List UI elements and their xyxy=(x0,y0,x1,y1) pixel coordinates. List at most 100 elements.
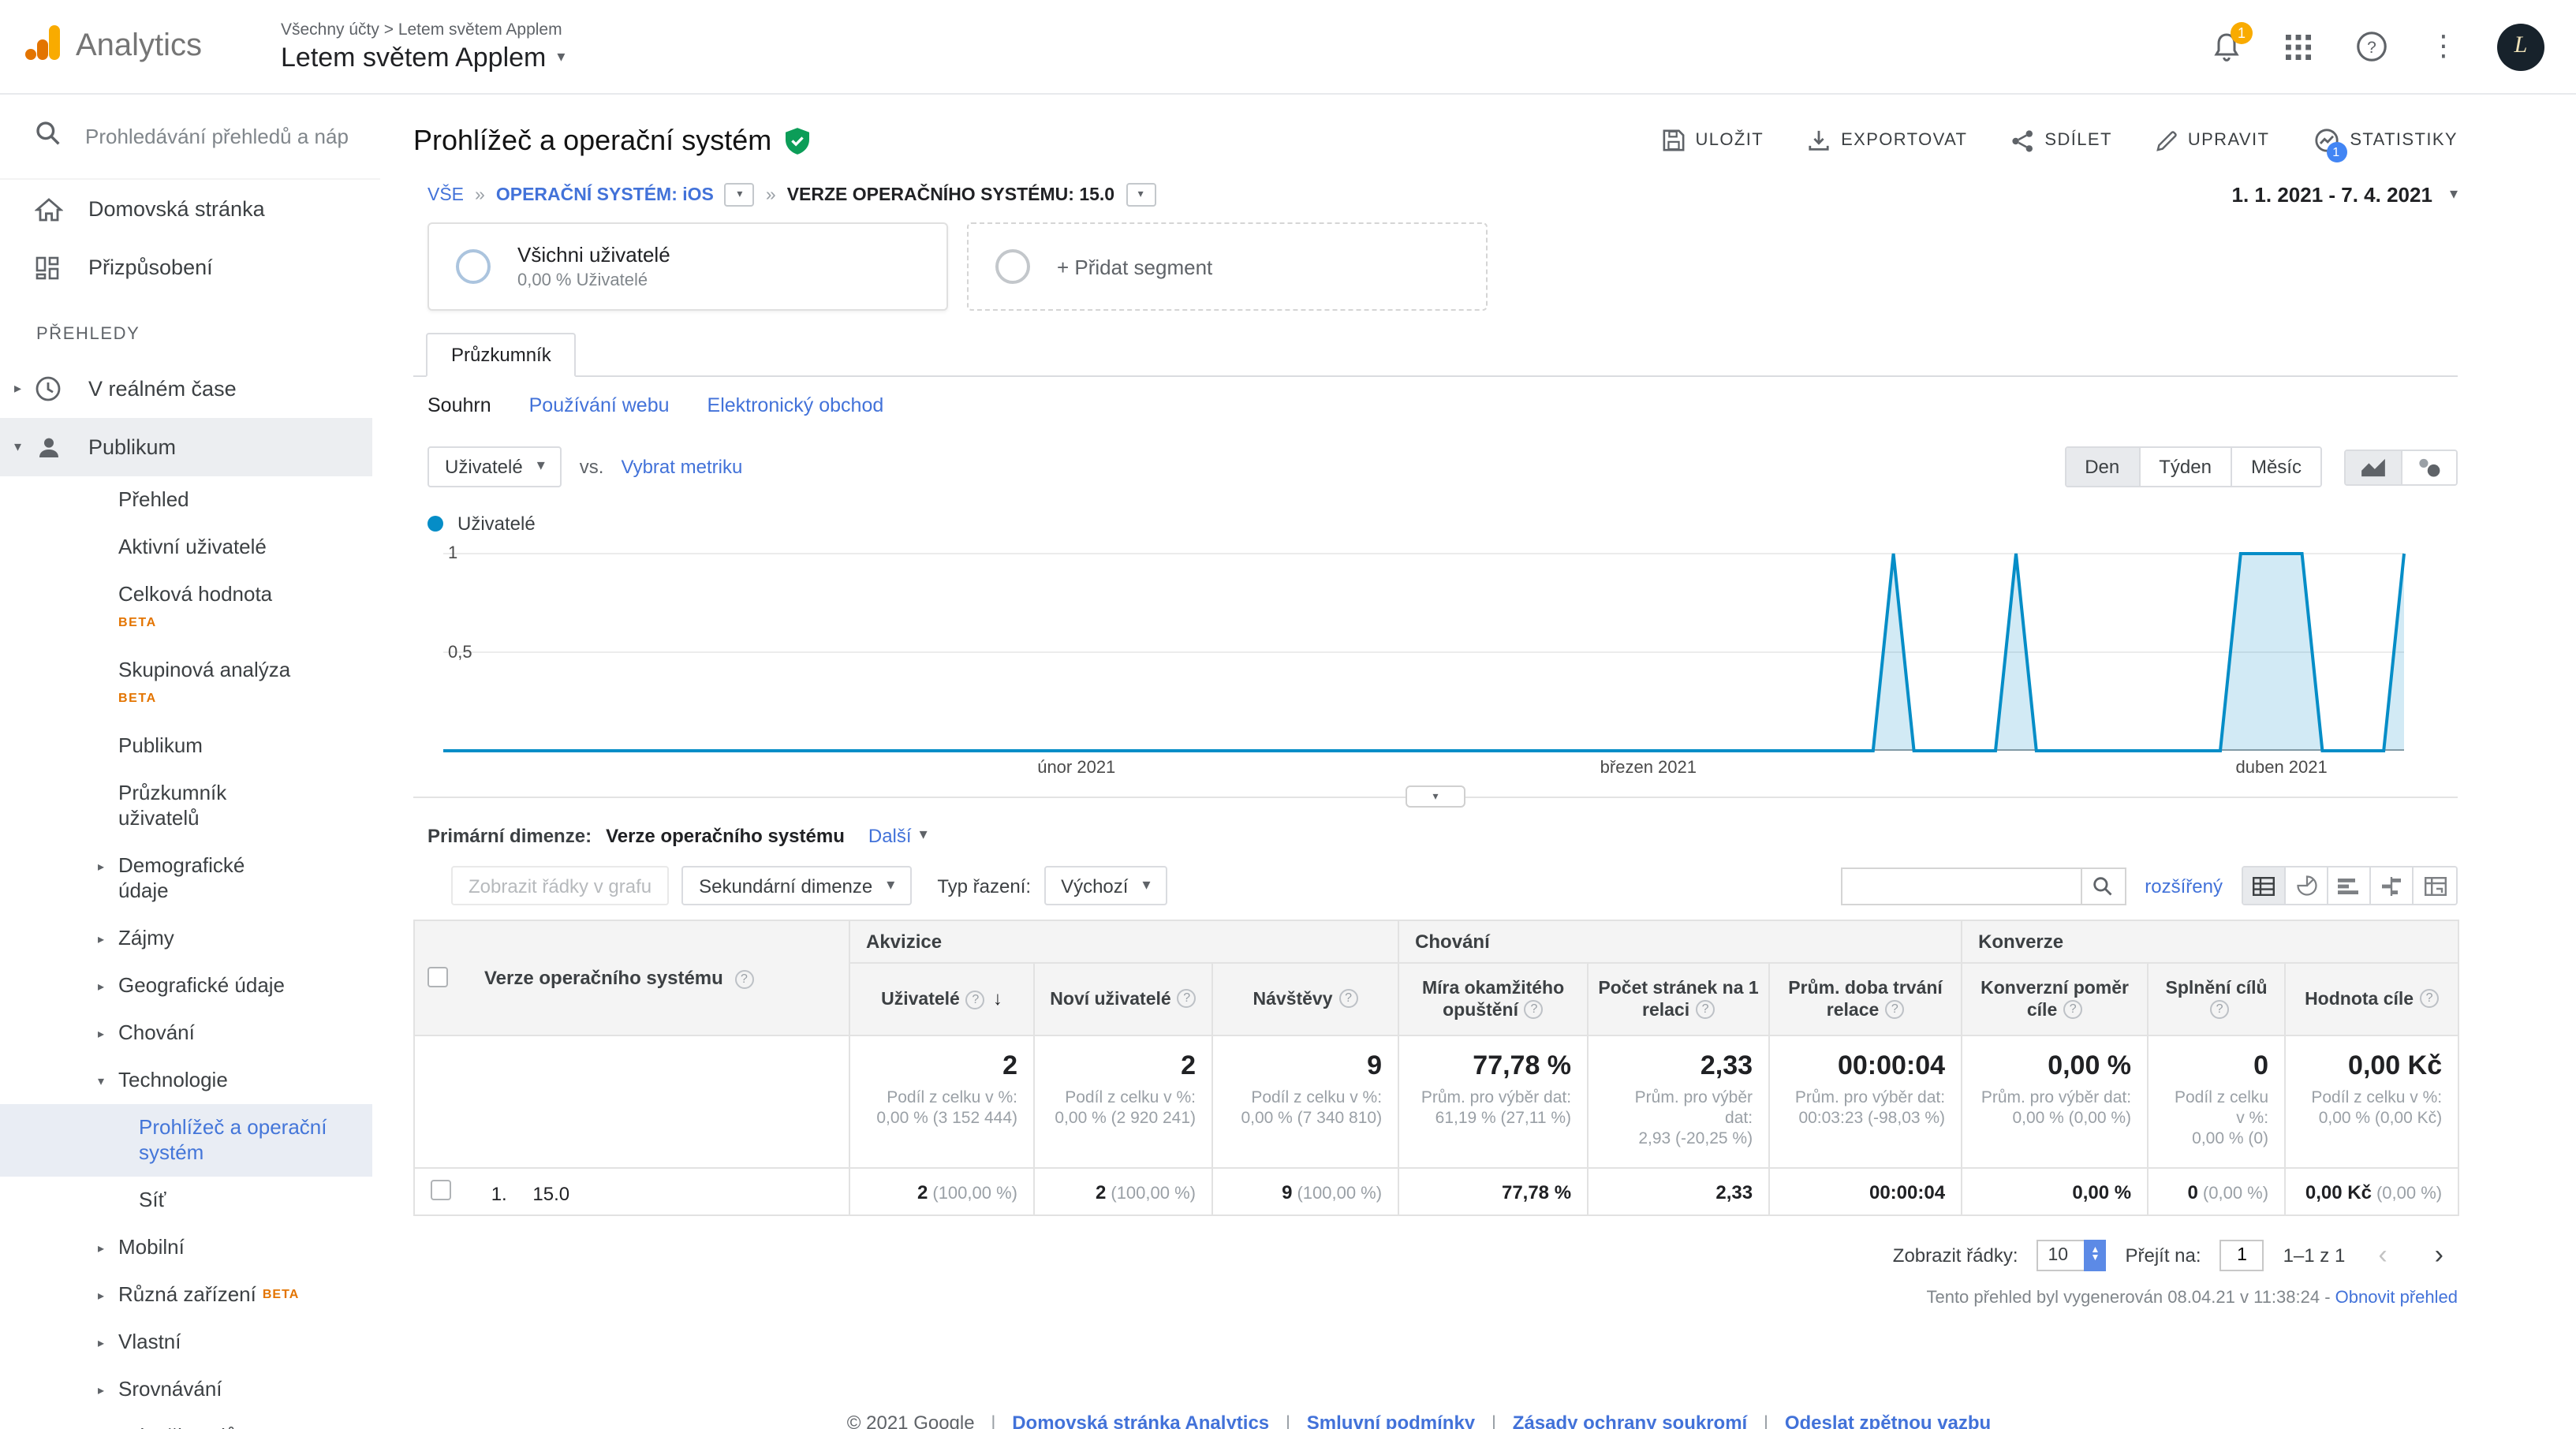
sidebar-item-browser-os[interactable]: Prohlížeč a operační systém xyxy=(0,1104,372,1177)
column-header-avg-duration[interactable]: Prům. doba trvání relace xyxy=(1769,963,1962,1035)
sidebar-item-custom[interactable]: Vlastní xyxy=(0,1319,380,1366)
top-bar-actions: 1 ? L xyxy=(2207,23,2544,70)
sidebar-item-cross-device[interactable]: Různá zařízeníBETA xyxy=(0,1271,380,1319)
table-search-input[interactable] xyxy=(1840,867,2080,905)
row-checkbox[interactable] xyxy=(431,1179,451,1200)
footer-link-terms[interactable]: Smluvní podmínky xyxy=(1307,1412,1475,1429)
account-selector[interactable]: Letem světem Applem xyxy=(281,42,565,73)
table-search-button[interactable] xyxy=(2080,867,2126,905)
tab-explorer[interactable]: Průzkumník xyxy=(426,333,577,377)
date-range-selector[interactable]: 1. 1. 2021 - 7. 4. 2021 xyxy=(2232,183,2458,207)
y-axis-tick: 1 xyxy=(448,544,457,563)
column-header-users[interactable]: Uživatelé xyxy=(849,963,1034,1035)
sidebar-item-interests[interactable]: Zájmy xyxy=(0,915,380,962)
sidebar-item-lifetime-value[interactable]: Celková hodnota BETA xyxy=(0,571,380,647)
collapse-chart-button[interactable] xyxy=(1406,785,1465,808)
footer-link-feedback[interactable]: Odeslat zpětnou vazbu xyxy=(1785,1412,1991,1429)
add-segment-button[interactable]: + Přidat segment xyxy=(967,222,1488,311)
segment-all-users[interactable]: Všichni uživatelé 0,00 % Uživatelé xyxy=(427,222,948,311)
advanced-search-link[interactable]: rozšířený xyxy=(2145,875,2223,897)
pivot-view-button[interactable] xyxy=(2414,867,2456,904)
sidebar-item-user-explorer[interactable]: Průzkumník uživatelů xyxy=(0,770,380,842)
sidebar-item-technology[interactable]: Technologie xyxy=(0,1057,380,1104)
column-header-goal-conv-rate[interactable]: Konverzní poměr cíle xyxy=(1962,963,2148,1035)
footer-link-home[interactable]: Domovská stránka Analytics xyxy=(1012,1412,1269,1429)
share-button[interactable]: SDÍLET xyxy=(2011,129,2111,152)
column-header-new-users[interactable]: Noví uživatelé xyxy=(1034,963,1212,1035)
refresh-report-link[interactable]: Obnovit přehled xyxy=(2335,1289,2458,1308)
sidebar-item-realtime[interactable]: V reálném čase xyxy=(0,360,380,418)
analytics-logo[interactable]: Analytics xyxy=(22,22,259,71)
sidebar-search[interactable] xyxy=(0,95,380,180)
sidebar-item-mobile[interactable]: Mobilní xyxy=(0,1224,380,1271)
filter-os-version-dropdown[interactable] xyxy=(1126,183,1155,207)
filter-os-link[interactable]: OPERAČNÍ SYSTÉM: iOS xyxy=(496,185,714,204)
granularity-week-button[interactable]: Týden xyxy=(2140,448,2232,486)
more-options-button[interactable] xyxy=(2425,28,2462,65)
metric-selector[interactable]: Uživatelé xyxy=(427,446,562,487)
more-dimensions-button[interactable]: Další xyxy=(868,825,928,847)
column-header-bounce-rate[interactable]: Míra okamžitého opuštění xyxy=(1398,963,1588,1035)
avatar[interactable]: L xyxy=(2497,23,2544,70)
dimension-column-header[interactable]: Verze operačního systému xyxy=(414,920,849,1035)
performance-view-button[interactable] xyxy=(2328,867,2371,904)
previous-page-button[interactable] xyxy=(2364,1240,2401,1271)
granularity-day-button[interactable]: Den xyxy=(2066,448,2140,486)
edit-button[interactable]: UPRAVIT xyxy=(2156,130,2270,151)
granularity-month-button[interactable]: Měsíc xyxy=(2232,448,2320,486)
filter-os-dropdown[interactable] xyxy=(725,183,755,207)
motion-chart-type-button[interactable] xyxy=(2402,450,2456,483)
crumb-separator: » xyxy=(475,185,485,204)
column-header-goal-completions[interactable]: Splnění cílů xyxy=(2148,963,2285,1035)
primary-dimension-value[interactable]: Verze operačního systému xyxy=(606,825,845,847)
notifications-button[interactable]: 1 xyxy=(2207,28,2245,65)
secondary-dimension-button[interactable]: Sekundární dimenze xyxy=(681,866,912,905)
sidebar-item-benchmarking[interactable]: Srovnávání xyxy=(0,1366,380,1413)
sidebar-item-geo[interactable]: Geografické údaje xyxy=(0,962,380,1009)
table-row[interactable]: 1. 15.0 2(100,00 %) 2(100,00 %) 9(100,00… xyxy=(414,1168,2458,1215)
sidebar-item-users-flow[interactable]: Tok uživatelů xyxy=(0,1413,380,1429)
subtab-site-usage[interactable]: Používání webu xyxy=(529,394,670,416)
select-metric-link[interactable]: Vybrat metriku xyxy=(621,456,742,478)
x-axis-tick: duben 2021 xyxy=(2236,759,2328,778)
column-label: Verze operačního systému xyxy=(484,967,723,989)
save-button[interactable]: ULOŽIT xyxy=(1662,129,1764,151)
percentage-view-button[interactable] xyxy=(2286,867,2328,904)
select-all-checkbox[interactable] xyxy=(427,967,448,987)
sidebar-item-overview[interactable]: Přehled xyxy=(0,476,380,524)
rows-per-page-selector[interactable]: 10 xyxy=(2037,1240,2107,1271)
apps-grid-button[interactable] xyxy=(2279,28,2317,65)
sidebar-item-network[interactable]: Síť xyxy=(0,1177,380,1224)
column-header-sessions[interactable]: Návštěvy xyxy=(1212,963,1398,1035)
sidebar-item-behavior[interactable]: Chování xyxy=(0,1009,380,1057)
sidebar-item-active-users[interactable]: Aktivní uživatelé xyxy=(0,524,380,571)
total-value: 9 xyxy=(1229,1050,1382,1082)
export-button[interactable]: EXPORTOVAT xyxy=(1808,129,1967,151)
goto-page-input[interactable] xyxy=(2220,1240,2264,1271)
chevron-down-icon xyxy=(1142,878,1150,894)
next-page-button[interactable] xyxy=(2421,1240,2458,1271)
sidebar-item-label: Průzkumník uživatelů xyxy=(118,781,282,831)
sidebar-item-home[interactable]: Domovská stránka xyxy=(0,180,380,238)
line-chart-type-button[interactable] xyxy=(2346,450,2402,483)
column-label: Návštěvy xyxy=(1253,990,1333,1009)
search-input[interactable] xyxy=(85,125,361,148)
sidebar-item-audience[interactable]: Publikum xyxy=(0,418,372,476)
sidebar-item-demographics[interactable]: Demografické údaje xyxy=(0,842,380,915)
sidebar-item-customization[interactable]: Přizpůsobení xyxy=(0,238,380,297)
sidebar-item-audiences[interactable]: Publikum xyxy=(0,722,380,770)
insights-button[interactable]: 1 STATISTIKY xyxy=(2313,128,2458,153)
plot-rows-button[interactable]: Zobrazit řádky v grafu xyxy=(451,866,669,905)
table-view-button[interactable] xyxy=(2243,867,2286,904)
help-button[interactable]: ? xyxy=(2352,28,2390,65)
subtab-ecommerce[interactable]: Elektronický obchod xyxy=(707,394,884,416)
column-header-pages-per-session[interactable]: Počet stránek na 1 relaci xyxy=(1588,963,1769,1035)
column-header-goal-value[interactable]: Hodnota cíle xyxy=(2285,963,2458,1035)
subtab-summary[interactable]: Souhrn xyxy=(427,394,491,416)
footer-link-privacy[interactable]: Zásady ochrany soukromí xyxy=(1513,1412,1747,1429)
sidebar-item-cohort-analysis[interactable]: Skupinová analýza BETA xyxy=(0,647,380,722)
sort-type-selector[interactable]: Výchozí xyxy=(1043,866,1167,905)
filter-all-link[interactable]: VŠE xyxy=(427,185,464,204)
total-value: 2 xyxy=(866,1050,1017,1082)
comparison-view-button[interactable] xyxy=(2371,867,2414,904)
